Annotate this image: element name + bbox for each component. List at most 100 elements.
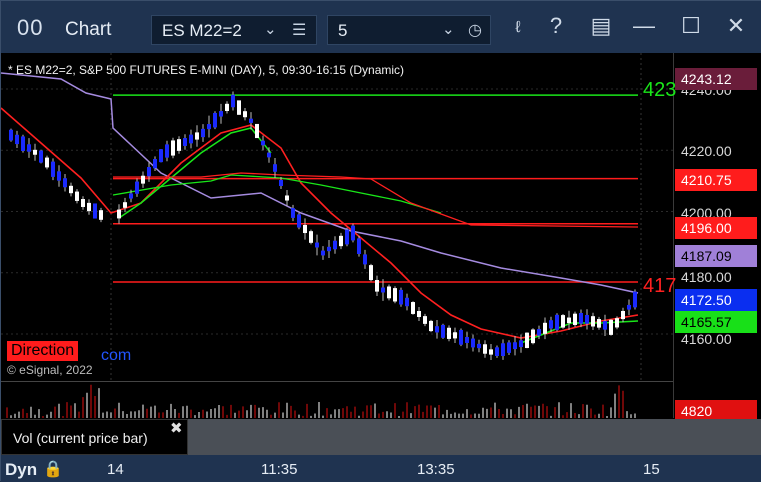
candle-body xyxy=(363,254,367,265)
candle-body xyxy=(303,224,307,234)
candle-body xyxy=(627,304,631,310)
dynamic-mode-label[interactable]: Dyn xyxy=(5,460,37,480)
candle-body xyxy=(615,318,619,328)
chart-description: * ES M22=2, S&P 500 FUTURES E-MINI (DAY)… xyxy=(8,63,405,77)
y-tick: 4220.00 xyxy=(681,143,732,159)
chart-area[interactable]: * ES M22=2, S&P 500 FUTURES E-MINI (DAY)… xyxy=(1,53,761,482)
candle-body xyxy=(453,332,457,339)
level-label-red: 417 xyxy=(643,275,677,297)
candle-body xyxy=(513,342,517,350)
slow-average-line xyxy=(1,72,639,294)
minimize-icon[interactable]: — xyxy=(629,13,659,39)
volume-separator xyxy=(1,381,673,382)
price-tag-fast-average: 4165.57 xyxy=(675,311,757,333)
candle-body xyxy=(429,320,433,332)
chevron-down-icon[interactable]: ⌄ xyxy=(264,20,277,38)
x-tick: 11:35 xyxy=(261,461,298,478)
candle-body xyxy=(393,288,397,302)
candle-body xyxy=(33,149,37,155)
candle-body xyxy=(279,180,283,186)
candle-body xyxy=(327,246,331,252)
chart-window: 00 Chart ES M22=2 ⌄ ☰ 5 ⌄ ◷ ℓ ? ▤ — ☐ ✕ … xyxy=(0,0,761,482)
candle-body xyxy=(543,322,547,334)
candle-body xyxy=(225,103,229,111)
chevron-down-icon[interactable]: ⌄ xyxy=(442,20,455,38)
candle-body xyxy=(345,229,349,245)
price-tag-last-high: 4243.12 xyxy=(675,68,757,90)
candle-body xyxy=(285,195,289,201)
candle-body xyxy=(123,202,127,208)
candle-body xyxy=(573,313,577,325)
candle-body xyxy=(171,140,175,156)
candle-body xyxy=(555,314,559,330)
candle-body xyxy=(405,297,409,307)
time-axis-bar: Dyn 🔒 14 11:35 13:35 15 xyxy=(1,455,761,482)
candle-body xyxy=(579,312,583,324)
candle-body xyxy=(495,347,499,357)
candle-body xyxy=(213,112,217,128)
candle-body xyxy=(351,225,355,241)
com-link[interactable]: com xyxy=(101,347,131,365)
candle-body xyxy=(417,310,421,318)
candle-body xyxy=(63,178,67,188)
candle-body xyxy=(249,118,253,123)
candle-body xyxy=(519,340,523,348)
candle-body xyxy=(459,329,463,345)
price-tag-current: 4172.50 xyxy=(675,289,757,311)
candle-body xyxy=(255,123,259,139)
candle-body xyxy=(87,202,91,212)
candle-body xyxy=(633,291,637,308)
lock-icon[interactable]: 🔒 xyxy=(43,459,63,479)
candle-body xyxy=(141,175,145,184)
symbol-selector[interactable]: ES M22=2 ⌄ ☰ xyxy=(151,15,317,45)
candle-body xyxy=(483,344,487,354)
interval-selector[interactable]: 5 ⌄ ◷ xyxy=(327,15,491,45)
close-icon[interactable]: ✕ xyxy=(721,13,751,39)
candle-body xyxy=(531,329,535,344)
candle-body xyxy=(597,319,601,328)
candle-body xyxy=(9,129,13,141)
candle-body xyxy=(21,136,25,151)
volume-panel-footer xyxy=(188,419,761,455)
candle-body xyxy=(489,349,493,355)
y-tick: 4180.00 xyxy=(681,269,732,285)
candle-body xyxy=(291,208,295,218)
candle-body xyxy=(435,326,439,333)
level-label-green: 423 xyxy=(643,79,677,101)
x-tick: 15 xyxy=(643,461,660,478)
candle-body xyxy=(231,94,235,108)
candle-body xyxy=(159,149,163,163)
list-icon[interactable]: ☰ xyxy=(292,20,306,40)
candle-body xyxy=(477,343,481,349)
app-logo: 00 xyxy=(17,15,44,40)
x-tick: 14 xyxy=(107,461,124,478)
candle-body xyxy=(501,343,505,357)
candle-body xyxy=(309,231,313,243)
candle-body xyxy=(267,152,271,158)
copyright-text: © eSignal, 2022 xyxy=(7,363,93,377)
candle-body xyxy=(135,181,139,194)
clock-icon[interactable]: ◷ xyxy=(468,20,482,40)
candle-body xyxy=(75,191,79,201)
help-icon[interactable]: ? xyxy=(541,13,571,39)
candle-body xyxy=(165,144,169,158)
template-icon[interactable]: ▤ xyxy=(586,13,616,39)
symbol-value: ES M22=2 xyxy=(162,21,242,40)
candle-body xyxy=(471,338,475,348)
candle-body xyxy=(273,164,277,172)
candle-body xyxy=(147,167,151,177)
candle-body xyxy=(603,321,607,330)
price-chart[interactable] xyxy=(1,53,761,482)
draw-icon[interactable]: ℓ xyxy=(503,19,533,37)
maximize-icon[interactable]: ☐ xyxy=(676,13,706,39)
y-tick: 4160.00 xyxy=(681,331,732,347)
direction-badge[interactable]: Direction xyxy=(7,341,79,361)
candle-body xyxy=(237,100,241,115)
candle-body xyxy=(621,310,625,320)
price-tag-level: 4196.00 xyxy=(675,217,757,239)
candle-body xyxy=(567,317,571,324)
candle-body xyxy=(525,332,529,349)
close-icon[interactable]: ✖ xyxy=(170,419,183,437)
x-tick: 13:35 xyxy=(417,461,455,478)
candle-body xyxy=(333,240,337,250)
